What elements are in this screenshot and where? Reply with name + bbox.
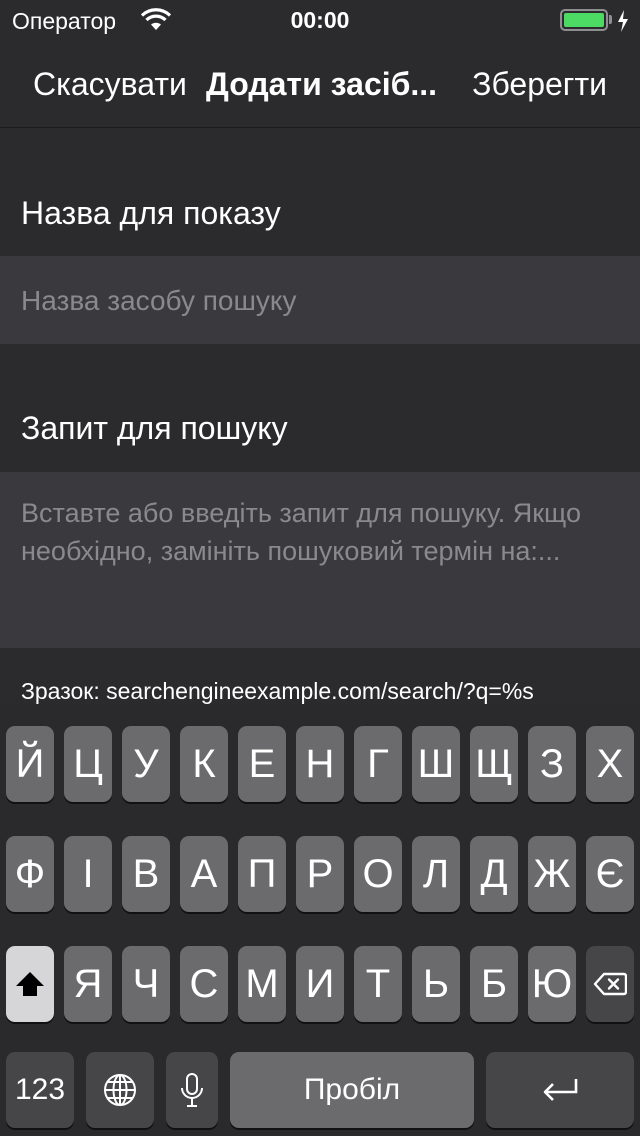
key-label: Й (15, 741, 45, 786)
key-row1-0[interactable]: Й (6, 726, 54, 802)
key-label: Є (595, 851, 625, 896)
clock: 00:00 (290, 7, 350, 33)
space-key-label: Пробіл (303, 1073, 401, 1106)
charging-bolt-icon (618, 10, 628, 32)
key-label: Ь (422, 961, 450, 1006)
key-row1-4[interactable]: Е (238, 726, 286, 802)
key-label: Е (248, 741, 276, 786)
search-query-textarea[interactable]: Вставте або введіть запит для пошуку. Як… (0, 472, 640, 648)
status-bar: Оператор 00:00 (0, 0, 640, 40)
key-row3-5[interactable]: Т (354, 946, 402, 1022)
key-row2-1[interactable]: І (64, 836, 112, 912)
key-row2-2[interactable]: В (122, 836, 170, 912)
globe-icon (104, 1074, 136, 1106)
key-row3-3[interactable]: М (238, 946, 286, 1022)
numbers-key-label: 123 (14, 1073, 66, 1106)
display-name-placeholder: Назва засобу пошуку (21, 285, 297, 316)
globe-key[interactable] (86, 1052, 154, 1128)
key-row2-3[interactable]: А (180, 836, 228, 912)
return-key[interactable] (486, 1052, 634, 1128)
search-query-placeholder-line2: необхідно, замініть пошуковий термін на:… (21, 536, 561, 566)
key-row1-7[interactable]: Ш (412, 726, 460, 802)
key-row1-9[interactable]: З (528, 726, 576, 802)
key-label: Д (480, 851, 508, 896)
shift-key[interactable] (6, 946, 54, 1022)
key-row2-0[interactable]: Ф (6, 836, 54, 912)
key-label: И (305, 961, 335, 1006)
key-label: П (247, 851, 277, 896)
search-query-label: Запит для пошуку (21, 410, 288, 446)
key-label: І (82, 851, 94, 896)
key-label: К (192, 741, 216, 786)
key-row1-10[interactable]: Х (586, 726, 634, 802)
search-query-placeholder: Вставте або введіть запит для пошуку. Як… (21, 494, 640, 570)
example-hint: Зразок: searchengineexample.com/search/?… (21, 678, 534, 704)
key-row1-3[interactable]: К (180, 726, 228, 802)
key-label: Я (73, 961, 103, 1006)
battery-tip (609, 15, 612, 24)
key-label: М (245, 961, 279, 1006)
key-row2-6[interactable]: О (354, 836, 402, 912)
key-row2-7[interactable]: Л (412, 836, 460, 912)
key-row3-4[interactable]: И (296, 946, 344, 1022)
key-label: Ш (417, 741, 455, 786)
delete-key[interactable] (586, 946, 634, 1022)
key-row2-8[interactable]: Д (470, 836, 518, 912)
key-label: Г (367, 741, 389, 786)
key-row1-2[interactable]: У (122, 726, 170, 802)
cancel-button[interactable]: Скасувати (33, 66, 187, 103)
search-query-placeholder-line1: Вставте або введіть запит для пошуку. Як… (21, 498, 581, 528)
key-row3-2[interactable]: С (180, 946, 228, 1022)
numbers-key[interactable]: 123 (6, 1052, 74, 1128)
display-name-label: Назва для показу (21, 195, 281, 231)
key-label: Л (422, 851, 450, 896)
key-label: Ч (132, 961, 160, 1006)
key-label: Х (596, 741, 624, 786)
key-label: Щ (475, 741, 513, 786)
battery-icon (560, 9, 608, 31)
key-row2-5[interactable]: Р (296, 836, 344, 912)
key-row3-1[interactable]: Ч (122, 946, 170, 1022)
space-key[interactable]: Пробіл (230, 1052, 474, 1128)
key-row2-9[interactable]: Ж (528, 836, 576, 912)
key-row1-6[interactable]: Г (354, 726, 402, 802)
return-icon (543, 1079, 578, 1101)
page-title: Додати засіб... (206, 66, 438, 102)
key-label: Ж (533, 851, 571, 896)
key-label: У (133, 741, 159, 786)
screen: Оператор 00:00 Скасувати Додати засіб...… (0, 0, 640, 1136)
display-name-input[interactable]: Назва засобу пошуку (0, 256, 640, 344)
key-row2-10[interactable]: Є (586, 836, 634, 912)
keyboard: 123 Пробіл ЙЦУКЕНГШЩЗХ ФІВАПРОЛДЖЄ Я Ч С … (0, 704, 640, 1136)
key-label: Ц (73, 741, 103, 786)
key-label: В (132, 851, 160, 896)
key-row1-8[interactable]: Щ (470, 726, 518, 802)
key-row3-7[interactable]: Б (470, 946, 518, 1022)
key-label: О (362, 851, 394, 896)
key-row1-1[interactable]: Ц (64, 726, 112, 802)
key-label: Т (365, 961, 391, 1006)
battery-level (564, 13, 604, 27)
microphone-icon (181, 1073, 203, 1107)
key-label: Н (305, 741, 335, 786)
key-label: С (189, 961, 219, 1006)
backspace-icon (593, 972, 627, 996)
key-label: Р (306, 851, 334, 896)
key-row3-8[interactable]: Ю (528, 946, 576, 1022)
key-label: А (190, 851, 218, 896)
save-button[interactable]: Зберегти (472, 66, 607, 103)
dictation-key[interactable] (166, 1052, 218, 1128)
key-row3-6[interactable]: Ь (412, 946, 460, 1022)
shift-icon (16, 972, 44, 996)
navigation-bar: Скасувати Додати засіб... Зберегти (0, 40, 640, 128)
key-label: Б (480, 961, 508, 1006)
key-label: Ю (531, 961, 573, 1006)
key-row1-5[interactable]: Н (296, 726, 344, 802)
key-row2-4[interactable]: П (238, 836, 286, 912)
key-row3-0[interactable]: Я (64, 946, 112, 1022)
key-label: З (539, 741, 565, 786)
key-label: Ф (14, 851, 46, 896)
